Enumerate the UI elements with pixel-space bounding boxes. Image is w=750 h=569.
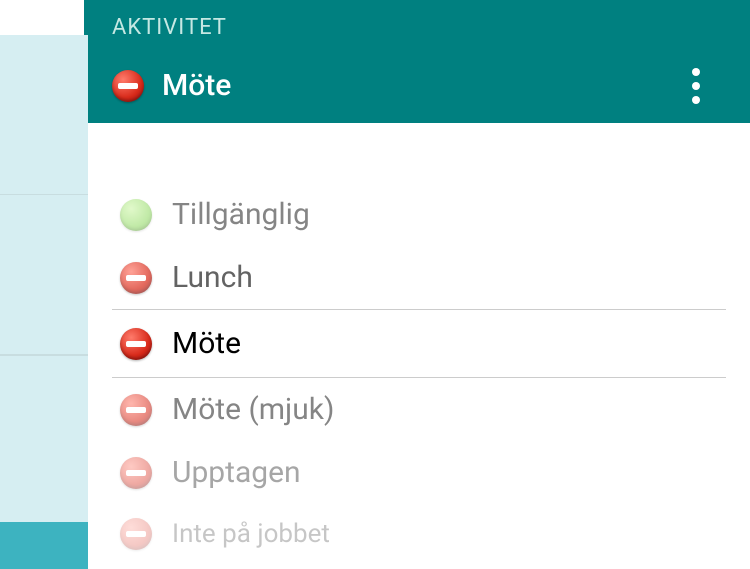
- status-option-meeting-soft[interactable]: Möte (mjuk): [112, 378, 726, 441]
- section-header: AKTIVITET: [88, 7, 750, 48]
- busy-icon: [112, 70, 144, 102]
- status-option-label: Möte: [172, 326, 241, 361]
- status-picker: Tillgänglig Lunch Möte Möte (mjuk) Uppta…: [88, 123, 750, 569]
- status-option-label: Inte på jobbet: [172, 519, 330, 549]
- sidebar: [0, 0, 88, 569]
- status-option-hidden[interactable]: [112, 564, 726, 569]
- sidebar-top: [0, 0, 88, 35]
- status-option-available[interactable]: Tillgänglig: [112, 183, 726, 246]
- sidebar-row-2[interactable]: [0, 195, 88, 355]
- status-option-busy[interactable]: Upptagen: [112, 441, 726, 504]
- busy-icon: [120, 328, 152, 360]
- sidebar-bottom[interactable]: [0, 522, 88, 569]
- status-option-meeting[interactable]: Möte: [112, 309, 726, 378]
- sidebar-row-1[interactable]: [0, 35, 88, 195]
- status-option-label: Lunch: [172, 260, 253, 295]
- status-option-label: Upptagen: [172, 455, 301, 490]
- busy-icon: [120, 518, 152, 550]
- status-option-label: Tillgänglig: [172, 197, 310, 232]
- current-status-bar[interactable]: Möte: [88, 48, 750, 123]
- status-option-label: Möte (mjuk): [172, 392, 334, 427]
- sidebar-row-3[interactable]: [0, 355, 88, 522]
- more-menu-icon[interactable]: [692, 68, 700, 104]
- status-list[interactable]: Tillgänglig Lunch Möte Möte (mjuk) Uppta…: [88, 183, 750, 569]
- busy-icon: [120, 262, 152, 294]
- busy-icon: [120, 394, 152, 426]
- status-option-lunch[interactable]: Lunch: [112, 246, 726, 309]
- status-option-not-at-work[interactable]: Inte på jobbet: [112, 504, 726, 564]
- current-status-label: Möte: [162, 68, 231, 103]
- busy-icon: [120, 457, 152, 489]
- main-panel: AKTIVITET Möte Tillgänglig Lunch M: [88, 0, 750, 569]
- topbar: [88, 0, 750, 7]
- available-icon: [120, 199, 152, 231]
